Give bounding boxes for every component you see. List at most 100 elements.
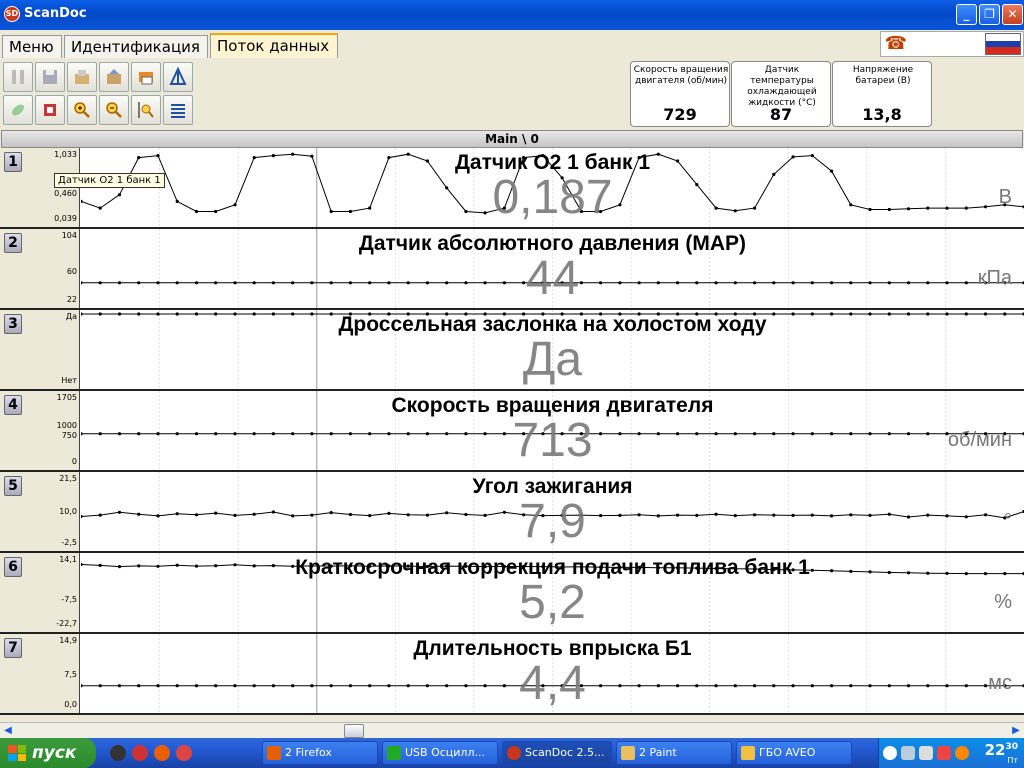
scroll-right-icon[interactable]: ▶	[1008, 724, 1024, 738]
channel-row[interactable]: 1 1,033 0,460 0,039 Датчик О2 1 банк 1 0,187 В	[0, 148, 1024, 229]
start-button[interactable]: пуск	[0, 738, 96, 768]
axis-tick-label: -22,7	[56, 619, 77, 628]
channel-value: 7,9	[519, 495, 586, 548]
channel-row[interactable]: 7 14,9 7,5 0,0 Длительность впрыска Б1 4,4 мс	[0, 634, 1024, 715]
channel-unit: %	[994, 591, 1012, 613]
channel-axis: 3 Да Нет	[0, 310, 80, 389]
tab-identification[interactable]: Идентификация	[64, 35, 208, 58]
task-firefox[interactable]: 2 Firefox	[262, 741, 378, 765]
leaf-button[interactable]	[3, 95, 33, 125]
scroll-thumb[interactable]	[344, 724, 364, 738]
open-button[interactable]	[67, 62, 97, 92]
axis-tick-label: Нет	[61, 376, 77, 385]
channel-row[interactable]: 5 21,5 10,0 -2,5 Угол зажигания 7,9 °	[0, 472, 1024, 553]
minimize-button[interactable]: _	[956, 4, 977, 25]
zoom-in-button[interactable]	[67, 95, 97, 125]
main-header: Main \ 0	[1, 130, 1023, 148]
task-paint[interactable]: 2 Paint	[616, 741, 732, 765]
task-label: USB Осцилл...	[405, 746, 485, 759]
update-icon[interactable]	[955, 746, 969, 760]
channel-axis: 2 104 60 22	[0, 229, 80, 308]
gauge-battery-voltage[interactable]: Напряжение батареи (В) 13,8	[832, 61, 932, 127]
phone-icon[interactable]: ☎	[883, 33, 909, 55]
clock-minute: 30	[1005, 742, 1018, 752]
task-scandoc[interactable]: ScanDoc 2.5...	[502, 741, 612, 765]
start-label: пуск	[32, 743, 77, 763]
tray-expand-icon[interactable]	[883, 746, 897, 760]
zoom-out-button[interactable]	[99, 95, 129, 125]
channel-number[interactable]: 6	[4, 557, 22, 577]
gauge-value: 13,8	[862, 105, 902, 124]
title-bar: SD ScanDoc _ ❐ ✕	[0, 0, 1024, 30]
axis-tick-label: -2,5	[61, 538, 77, 547]
channel-number[interactable]: 4	[4, 395, 22, 415]
task-label: 2 Paint	[639, 746, 677, 759]
list-icon	[171, 104, 185, 118]
antivirus-icon[interactable]	[937, 746, 951, 760]
horizontal-scrollbar[interactable]: ◀ ▶	[0, 722, 1024, 738]
channel-number[interactable]: 5	[4, 476, 22, 496]
window-title: ScanDoc	[24, 6, 87, 21]
channel-unit: об/мин	[947, 429, 1012, 451]
channel-value: 44	[525, 252, 580, 305]
print-button[interactable]	[131, 62, 161, 92]
scroll-left-icon[interactable]: ◀	[0, 724, 16, 738]
export-button[interactable]	[99, 62, 129, 92]
channel-list: 1 1,033 0,460 0,039 Датчик О2 1 банк 1 0,187 В…	[0, 148, 1024, 716]
task-label: 2 Firefox	[285, 746, 332, 759]
fit-button[interactable]	[131, 95, 161, 125]
axis-tick-label: 7,5	[64, 669, 77, 679]
folder-icon	[741, 746, 755, 760]
channel-unit: °	[1004, 510, 1012, 532]
volume-icon[interactable]	[919, 746, 933, 760]
system-tray: 2230 Пт	[878, 738, 1024, 768]
tab-data-stream[interactable]: Поток данных	[210, 33, 338, 58]
app-icon: SD	[4, 6, 20, 22]
channel-row[interactable]: 6 14,1 -7,5 -22,7 Краткосрочная коррекция по…	[0, 553, 1024, 634]
zoom-out-icon	[106, 102, 122, 118]
channel-number[interactable]: 2	[4, 233, 22, 253]
russian-flag-icon[interactable]	[985, 33, 1021, 55]
chrome-icon[interactable]	[176, 745, 192, 761]
record-button[interactable]	[35, 95, 65, 125]
axis-tick-label: 10,0	[59, 506, 77, 516]
restore-button[interactable]: ❐	[979, 4, 1000, 25]
channel-axis: 5 21,5 10,0 -2,5	[0, 472, 80, 551]
list-button[interactable]	[163, 95, 193, 125]
media-player-icon[interactable]	[110, 745, 126, 761]
channel-value: Да	[522, 333, 583, 386]
save-button[interactable]	[35, 62, 65, 92]
gauge-engine-rpm[interactable]: Скорость вращения двигателя (об/мин) 729	[630, 61, 730, 127]
pause-button[interactable]	[3, 62, 33, 92]
axis-tick-label: 1000	[56, 421, 77, 431]
axis-tick-label: 14,1	[59, 555, 77, 564]
channel-number[interactable]: 7	[4, 638, 22, 658]
channel-row[interactable]: 2 104 60 22 Датчик абсолютного давления (MAP…	[0, 229, 1024, 310]
channel-number[interactable]: 1	[4, 152, 22, 172]
channel-number[interactable]: 3	[4, 314, 22, 334]
clock-hour: 22	[984, 741, 1006, 759]
network-icon[interactable]	[901, 746, 915, 760]
close-button[interactable]: ✕	[1002, 4, 1023, 25]
task-usb-oscilloscope[interactable]: USB Осцилл...	[382, 741, 498, 765]
task-label: ГБО AVEO	[759, 746, 816, 759]
fit-icon	[138, 102, 154, 118]
windows-logo-icon	[8, 745, 26, 761]
channel-value: 0,187	[492, 171, 613, 224]
opera-icon[interactable]	[132, 745, 148, 761]
channel-axis: 7 14,9 7,5 0,0	[0, 634, 80, 713]
open-icon	[75, 70, 89, 84]
firefox-icon[interactable]	[154, 745, 170, 761]
channel-row[interactable]: 4 1705 1000 750 0 Скорость вращения двигателя…	[0, 391, 1024, 472]
gauge-coolant-temp[interactable]: Датчик температуры охлаждающей жидкости …	[731, 61, 831, 127]
signal-button[interactable]	[163, 62, 193, 92]
axis-tick-label: -7,5	[61, 594, 77, 604]
status-box: ☎	[880, 31, 1024, 57]
leaf-icon	[12, 104, 24, 116]
task-gbo-aveo[interactable]: ГБО AVEO	[736, 741, 852, 765]
tab-menu[interactable]: Меню	[2, 35, 62, 58]
axis-tick-label: 0	[71, 457, 77, 466]
channel-row[interactable]: 3 Да Нет Дроссельная заслонка на холостом х…	[0, 310, 1024, 391]
channel-value: 4,4	[519, 657, 586, 710]
taskbar: пуск 2 Firefox USB Осцилл... ScanDoc 2.5…	[0, 738, 1024, 768]
